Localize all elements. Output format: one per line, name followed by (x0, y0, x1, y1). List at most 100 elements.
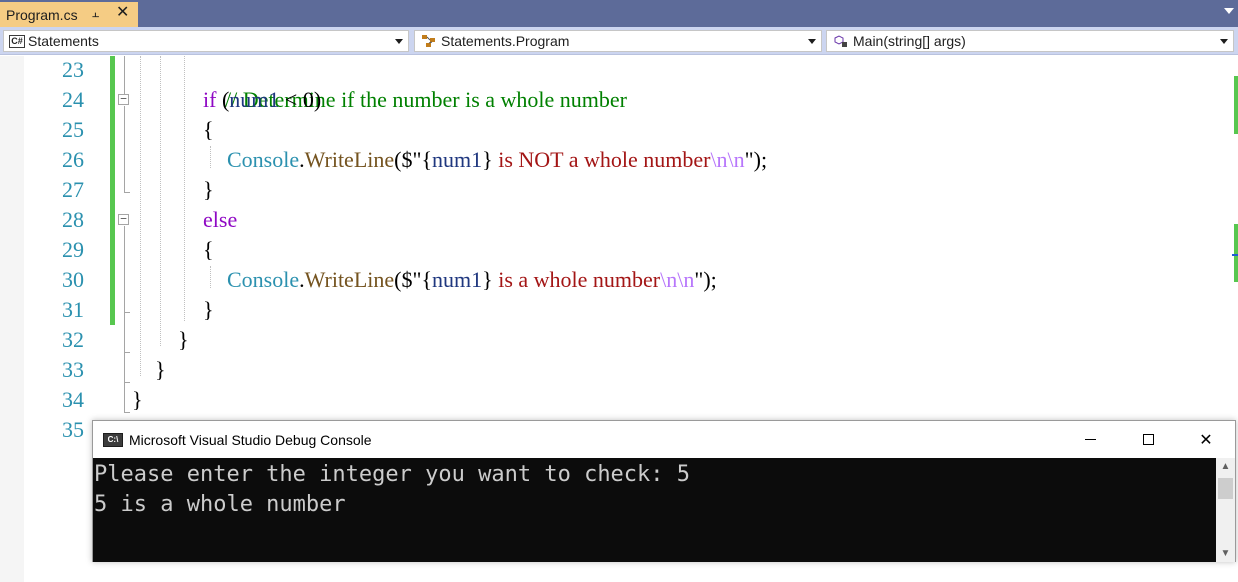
punctuation: ( (216, 87, 230, 112)
code-line-28: else (203, 205, 237, 235)
brace: { (203, 117, 214, 142)
code-line-26: Console.WriteLine($"{num1} is NOT a whol… (227, 145, 767, 175)
interpolation-brace: { (421, 147, 433, 172)
line-number: 31 (62, 297, 84, 322)
scroll-up-icon[interactable]: ▲ (1216, 458, 1235, 475)
member-dropdown[interactable]: Main(string[] args) (826, 30, 1234, 52)
punctuation: ($" (394, 147, 422, 172)
line-number: 30 (62, 267, 84, 292)
collapse-icon[interactable]: − (118, 213, 129, 225)
indicator-margin (0, 56, 24, 582)
csharp-project-icon: C# (9, 34, 25, 48)
tab-label: Program.cs (6, 6, 78, 23)
interpolation-brace: } (482, 267, 493, 292)
line-number: 24 (62, 87, 84, 112)
member-label: Main(string[] args) (853, 33, 966, 49)
escape-sequence: \n\n (660, 267, 695, 292)
line-number: 27 (62, 177, 84, 202)
brace: } (203, 297, 214, 322)
code-line-29: { (203, 235, 214, 265)
console-line: Please enter the integer you want to che… (94, 462, 691, 487)
scroll-down-icon[interactable]: ▼ (1216, 545, 1235, 562)
code-line-32: } (178, 325, 189, 355)
code-line-34: } (132, 385, 143, 415)
method-name: WriteLine (304, 267, 395, 292)
tab-list-dropdown-icon[interactable] (1224, 8, 1234, 14)
line-number: 25 (62, 117, 84, 142)
collapse-icon[interactable]: − (118, 93, 129, 105)
code-line-33: } (155, 355, 166, 385)
console-title-bar[interactable]: C:\ Microsoft Visual Studio Debug Consol… (93, 421, 1235, 458)
punctuation: "); (744, 147, 768, 172)
code-line-24: if (num1 < 0) (203, 85, 321, 115)
navigation-bar: C# Statements Statements.Program Main(st… (0, 27, 1238, 55)
method-name: WriteLine (304, 147, 395, 172)
console-scrollbar[interactable]: ▲ ▼ (1216, 458, 1235, 562)
close-icon[interactable]: ✕ (116, 4, 129, 22)
maximize-icon (1142, 434, 1154, 445)
variable: num1 (229, 87, 280, 112)
indent-guide (184, 56, 185, 321)
code-line-27: } (203, 175, 214, 205)
document-tab-strip: Program.cs ⫠ ✕ (0, 0, 1238, 27)
console-title: Microsoft Visual Studio Debug Console (129, 431, 372, 448)
interpolation-brace: } (482, 147, 493, 172)
brace: { (203, 237, 214, 262)
debug-console-window[interactable]: C:\ Microsoft Visual Studio Debug Consol… (92, 420, 1236, 562)
line-number: 26 (62, 147, 84, 172)
punctuation: "); (694, 267, 717, 292)
outline-line (124, 106, 125, 192)
close-icon: ✕ (1199, 431, 1213, 449)
scrollbar-caret-marker (1232, 254, 1238, 256)
project-dropdown[interactable]: C# Statements (3, 30, 409, 52)
line-number: 33 (62, 357, 84, 382)
outline-end-tick (124, 192, 130, 193)
brace: } (155, 357, 166, 382)
minimize-button[interactable] (1061, 421, 1119, 458)
indent-guide (210, 146, 211, 168)
brace: } (203, 177, 214, 202)
indent-guide (210, 266, 211, 288)
interpolation-brace: { (421, 267, 433, 292)
outline-end-tick (124, 412, 130, 413)
variable: num1 (432, 147, 483, 172)
scrollbar-change-marker (1234, 224, 1238, 282)
type-label: Statements.Program (441, 33, 570, 49)
outline-end-tick (124, 312, 130, 313)
line-number: 32 (62, 327, 84, 352)
outline-end-tick (124, 382, 130, 383)
line-number: 23 (62, 57, 84, 82)
method-icon (832, 34, 850, 48)
punctuation: < 0) (279, 87, 322, 112)
type-dropdown[interactable]: Statements.Program (414, 30, 822, 52)
code-line-31: } (203, 295, 214, 325)
class-icon (420, 34, 438, 48)
console-line: 5 is a whole number (94, 492, 346, 517)
console-output[interactable]: Please enter the integer you want to che… (93, 458, 1217, 562)
line-number: 34 (62, 387, 84, 412)
tab-program-cs[interactable]: Program.cs ⫠ ✕ (0, 2, 138, 27)
brace: } (132, 387, 143, 412)
indent-guide (160, 56, 161, 346)
outline-line (124, 226, 125, 412)
punctuation: ($" (394, 267, 422, 292)
class-name: Console (227, 267, 300, 292)
outline-line (124, 56, 125, 94)
console-app-icon: C:\ (103, 432, 123, 447)
variable: num1 (432, 267, 483, 292)
indent-guide (140, 56, 141, 376)
class-name: Console (227, 147, 300, 172)
outline-end-tick (124, 352, 130, 353)
code-line-25: { (203, 115, 214, 145)
close-button[interactable]: ✕ (1177, 421, 1235, 458)
keyword: else (203, 207, 238, 232)
minimize-icon (1084, 439, 1096, 440)
keyword: if (203, 87, 217, 112)
chevron-down-icon (1220, 39, 1228, 44)
scrollbar-change-marker (1234, 76, 1238, 134)
code-line-30: Console.WriteLine($"{num1} is a whole nu… (227, 265, 717, 295)
chevron-down-icon (395, 39, 403, 44)
pin-icon[interactable]: ⫠ (92, 6, 99, 21)
maximize-button[interactable] (1119, 421, 1177, 458)
scrollbar-thumb[interactable] (1218, 478, 1233, 499)
